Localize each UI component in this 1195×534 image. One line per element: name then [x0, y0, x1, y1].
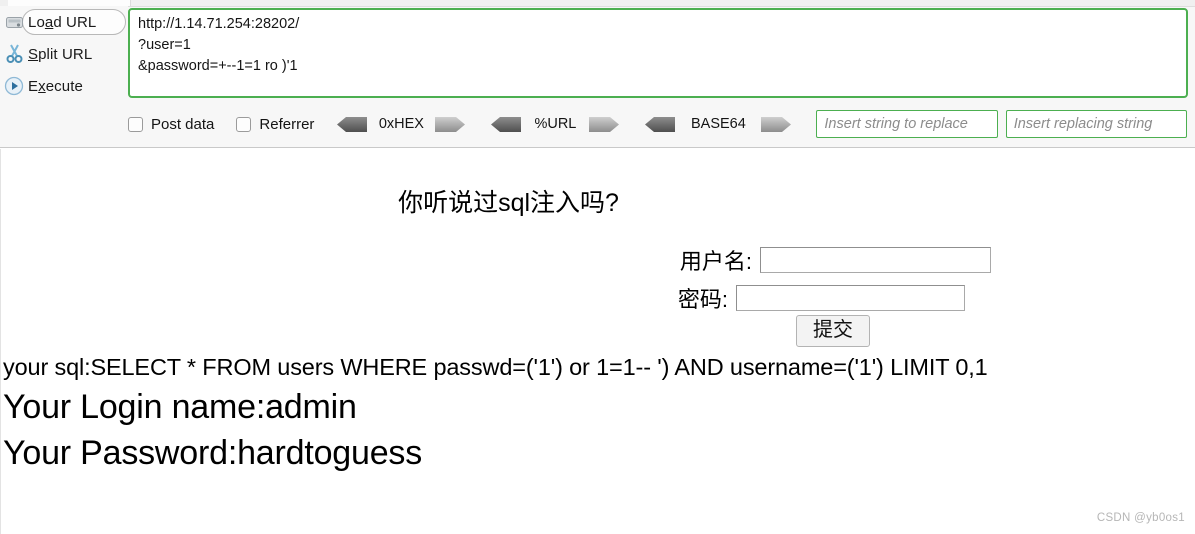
- referrer-checkbox-group[interactable]: Referrer: [236, 116, 314, 133]
- post-data-checkbox-group[interactable]: Post data: [128, 116, 214, 133]
- base64-decode-arrow-left-icon[interactable]: [644, 116, 676, 133]
- split-url-label: Split URL: [28, 45, 93, 63]
- password-text: Your Password:hardtoguess: [3, 434, 423, 472]
- split-url-button[interactable]: Split URL: [0, 38, 128, 70]
- url-encoder-group: %URL: [490, 116, 620, 133]
- hex-encoder-group: 0xHEX: [336, 116, 466, 133]
- password-label: 密码:: [677, 287, 728, 312]
- url-decode-arrow-left-icon[interactable]: [490, 116, 522, 133]
- toolbar-top-strip: [0, 0, 1195, 7]
- sql-output-text: your sql:SELECT * FROM users WHERE passw…: [3, 354, 988, 380]
- hackbar-toolbar: Load URL Split URL Execute http://1.14.7…: [0, 0, 1195, 148]
- hex-decode-arrow-left-icon[interactable]: [336, 116, 368, 133]
- load-url-button[interactable]: Load URL: [0, 6, 128, 38]
- page-title: 你听说过sql注入吗?: [398, 189, 619, 217]
- page-content: 你听说过sql注入吗? 用户名: 密码: 提交 your sql:SELECT …: [0, 149, 1195, 534]
- hex-label: 0xHEX: [378, 116, 424, 132]
- login-name-text: Your Login name:admin: [3, 388, 357, 426]
- referrer-checkbox[interactable]: [236, 116, 252, 132]
- load-url-label: Load URL: [28, 13, 97, 31]
- execute-button[interactable]: Execute: [0, 70, 128, 102]
- username-input[interactable]: [760, 247, 991, 273]
- scissors-icon: [0, 44, 28, 64]
- base64-encode-arrow-right-icon[interactable]: [760, 116, 792, 133]
- referrer-label: Referrer: [259, 115, 315, 133]
- replacing-string-input[interactable]: Insert replacing string: [1005, 110, 1187, 138]
- username-row: 用户名:: [1, 244, 991, 276]
- options-row: Post data Referrer 0xHEX %URL BASE64 Ins…: [128, 106, 1195, 142]
- submit-row: 提交: [1, 315, 870, 347]
- password-row: 密码:: [1, 282, 965, 314]
- replace-string-input[interactable]: Insert string to replace: [816, 110, 998, 138]
- base64-encoder-group: BASE64: [644, 116, 792, 133]
- url-encode-arrow-right-icon[interactable]: [588, 116, 620, 133]
- base64-label: BASE64: [690, 116, 746, 132]
- username-label: 用户名:: [679, 249, 752, 274]
- play-icon: [0, 76, 28, 96]
- execute-label: Execute: [28, 77, 83, 95]
- hex-encode-arrow-right-icon[interactable]: [434, 116, 466, 133]
- post-data-checkbox[interactable]: [128, 116, 143, 132]
- submit-button[interactable]: 提交: [796, 315, 870, 347]
- command-column: Load URL Split URL Execute: [0, 6, 128, 102]
- url-input[interactable]: http://1.14.71.254:28202/ ?user=1 &passw…: [128, 8, 1188, 98]
- url-label: %URL: [534, 116, 577, 132]
- load-url-icon: [0, 14, 28, 30]
- post-data-label: Post data: [151, 115, 215, 133]
- watermark: CSDN @yb0os1: [1096, 512, 1185, 524]
- password-input[interactable]: [736, 285, 965, 311]
